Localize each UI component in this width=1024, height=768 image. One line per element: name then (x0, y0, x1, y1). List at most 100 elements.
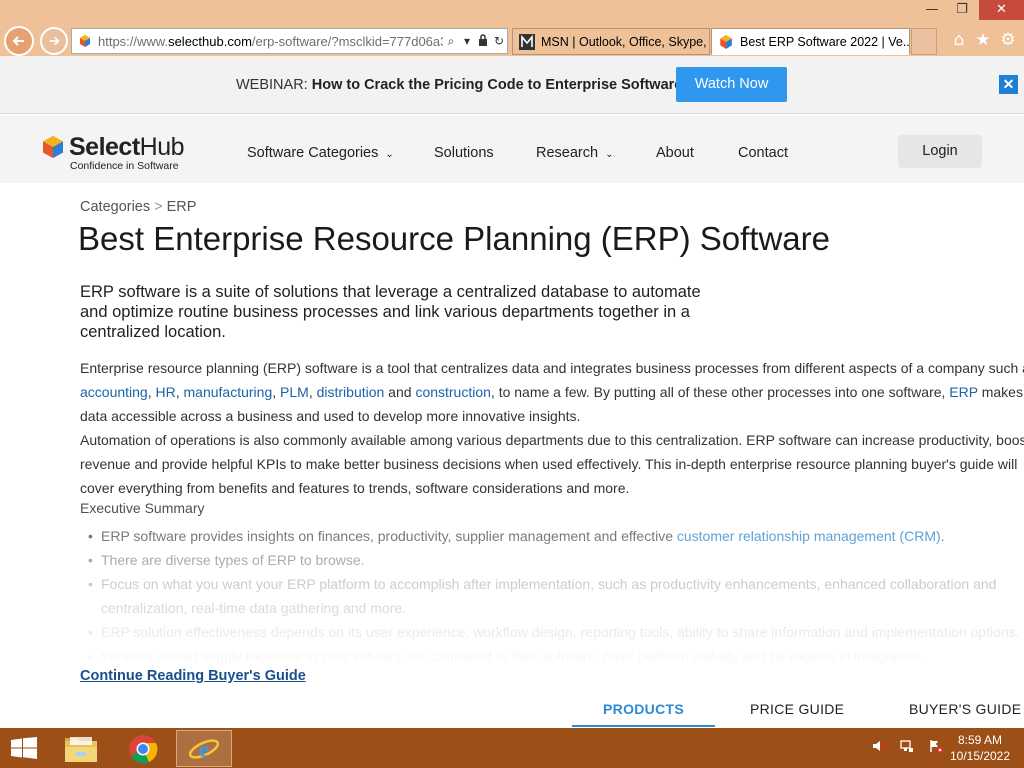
link-construction[interactable]: construction (415, 384, 490, 400)
nav-contact[interactable]: Contact (738, 145, 788, 161)
tab-products[interactable]: PRODUCTS (572, 701, 715, 727)
maximize-button[interactable]: ❐ (947, 0, 977, 20)
chrome-button[interactable] (115, 730, 171, 767)
continue-reading-link[interactable]: Continue Reading Buyer's Guide (80, 668, 306, 684)
network-icon[interactable] (900, 740, 918, 757)
address-bar[interactable]: https://www.selecthub.com/erp-software/?… (71, 28, 508, 54)
logo-wordmark: SelectHub (69, 133, 185, 162)
nav-label: Contact (738, 145, 788, 161)
chevron-down-icon[interactable]: ▾ (459, 34, 475, 48)
list-item-text: centralization, real-time data gathering… (101, 600, 407, 616)
minimize-icon: — (925, 2, 939, 17)
close-icon[interactable]: ✕ (999, 75, 1018, 94)
breadcrumb-separator: > (154, 199, 163, 215)
url-path: /erp-software/?msclkid=777d06a3e5 (251, 33, 443, 49)
url-prefix: https://www. (98, 33, 169, 49)
tab-erp-software[interactable]: Best ERP Software 2022 | Ve... ✕ (711, 28, 910, 55)
gear-icon[interactable]: ⚙ (997, 29, 1019, 51)
text-separator: , (147, 384, 156, 400)
site-header: SelectHub Confidence in Software Softwar… (0, 115, 1024, 183)
body-text-segment: , to name a few. By putting all of these… (490, 384, 950, 400)
url-text[interactable]: https://www.selecthub.com/erp-software/?… (98, 34, 443, 49)
windows-start-icon[interactable] (10, 737, 38, 759)
clock-time: 8:59 AM (957, 733, 1003, 747)
forward-button[interactable] (40, 27, 68, 55)
logo-tagline: Confidence in Software (70, 160, 179, 172)
webinar-headline: How to Crack the Pricing Code to Enterpr… (311, 77, 683, 93)
list-item: Focus on what you want your ERP platform… (88, 572, 1024, 620)
tab-title: Best ERP Software 2022 | Ve... (740, 34, 910, 49)
selecthub-favicon-icon (720, 34, 732, 49)
home-icon[interactable]: ⌂ (948, 29, 970, 51)
breadcrumb: Categories > ERP (80, 199, 196, 215)
text-separator: , (175, 384, 184, 400)
link-erp[interactable]: ERP (949, 384, 978, 400)
list-item: ERP solution effectiveness depends on it… (88, 620, 1024, 644)
login-button[interactable]: Login (898, 135, 982, 168)
body-line: Automation of operations is also commonl… (80, 432, 1024, 448)
page-title: Best Enterprise Resource Planning (ERP) … (78, 220, 831, 257)
executive-summary-list: ERP software provides insights on financ… (88, 524, 1024, 668)
chrome-icon (129, 734, 158, 763)
tab-price-guide[interactable]: PRICE GUIDE (750, 701, 844, 717)
new-tab-button[interactable] (911, 28, 937, 55)
selecthub-favicon-icon (80, 35, 90, 47)
nav-about[interactable]: About (656, 145, 694, 161)
intro-paragraph: ERP software is a suite of solutions tha… (80, 283, 701, 341)
selecthub-logo-icon (43, 136, 63, 158)
minimize-button[interactable]: — (917, 0, 947, 20)
maximize-icon: ❐ (956, 2, 968, 17)
logo-light: Hub (139, 133, 185, 161)
nav-research[interactable]: Research ⌄ (536, 145, 613, 161)
close-window-button[interactable]: ✕ (979, 0, 1024, 20)
body-line: cover everything from benefits and featu… (80, 480, 630, 496)
body-text-segment: makes (977, 384, 1023, 400)
text-separator: , (308, 384, 317, 400)
link-distribution[interactable]: distribution (317, 384, 385, 400)
link-hr[interactable]: HR (156, 384, 176, 400)
url-host: selecthub.com (168, 33, 252, 49)
chevron-down-icon: ⌄ (605, 149, 614, 160)
link-accounting[interactable]: accounting (80, 384, 148, 400)
watch-now-button[interactable]: Watch Now (676, 67, 787, 102)
tab-msn[interactable]: MSN | Outlook, Office, Skype, ... (512, 28, 710, 55)
file-explorer-button[interactable] (53, 730, 109, 767)
chevron-down-icon: ⌄ (385, 149, 394, 160)
system-clock[interactable]: 8:59 AM 10/15/2022 (940, 732, 1020, 764)
executive-summary-heading: Executive Summary (80, 500, 205, 516)
list-item: There are diverse types of ERP to browse… (88, 548, 1024, 572)
list-item: ERP software provides insights on financ… (88, 524, 1024, 548)
breadcrumb-current: ERP (166, 199, 197, 215)
nav-label: Software Categories (247, 145, 379, 161)
arrow-right-icon (49, 36, 60, 46)
breadcrumb-categories[interactable]: Categories (80, 199, 150, 215)
nav-software-categories[interactable]: Software Categories ⌄ (247, 145, 394, 161)
webinar-text: WEBINAR: How to Crack the Pricing Code t… (236, 77, 682, 93)
internet-explorer-icon: e (188, 737, 220, 763)
list-item-text: ERP software provides insights on financ… (101, 528, 677, 544)
back-button[interactable] (4, 26, 34, 56)
volume-muted-icon[interactable] (872, 741, 890, 757)
list-item-text: . (940, 528, 945, 544)
lock-icon[interactable] (475, 33, 491, 49)
search-icon[interactable]: ⌕ (443, 34, 459, 49)
body-line: revenue and provide helpful KPIs to make… (80, 456, 1018, 472)
nav-solutions[interactable]: Solutions (434, 145, 494, 161)
clock-date: 10/15/2022 (949, 749, 1011, 763)
favorites-icon[interactable]: ★ (972, 29, 994, 51)
tab-buyers-guide[interactable]: BUYER'S GUIDE (909, 701, 1021, 717)
link-manufacturing[interactable]: manufacturing (184, 384, 273, 400)
arrow-left-icon (12, 36, 24, 46)
refresh-icon[interactable]: ↻ (491, 34, 507, 48)
webinar-label: WEBINAR: (236, 77, 312, 93)
body-line: data accessible across a business and us… (80, 408, 581, 424)
list-item-text: Focus on what you want your ERP platform… (101, 576, 997, 592)
internet-explorer-button[interactable]: e (176, 730, 232, 767)
web-page: WEBINAR: How to Crack the Pricing Code t… (0, 56, 1024, 728)
link-plm[interactable]: PLM (280, 384, 309, 400)
taskbar: e 8:59 AM 10/15/2022 (0, 728, 1024, 768)
webinar-banner: WEBINAR: How to Crack the Pricing Code t… (0, 56, 1024, 114)
msn-favicon-icon (519, 33, 535, 50)
body-line: Enterprise resource planning (ERP) softw… (80, 360, 1024, 376)
link-crm[interactable]: customer relationship management (CRM) (677, 528, 941, 544)
